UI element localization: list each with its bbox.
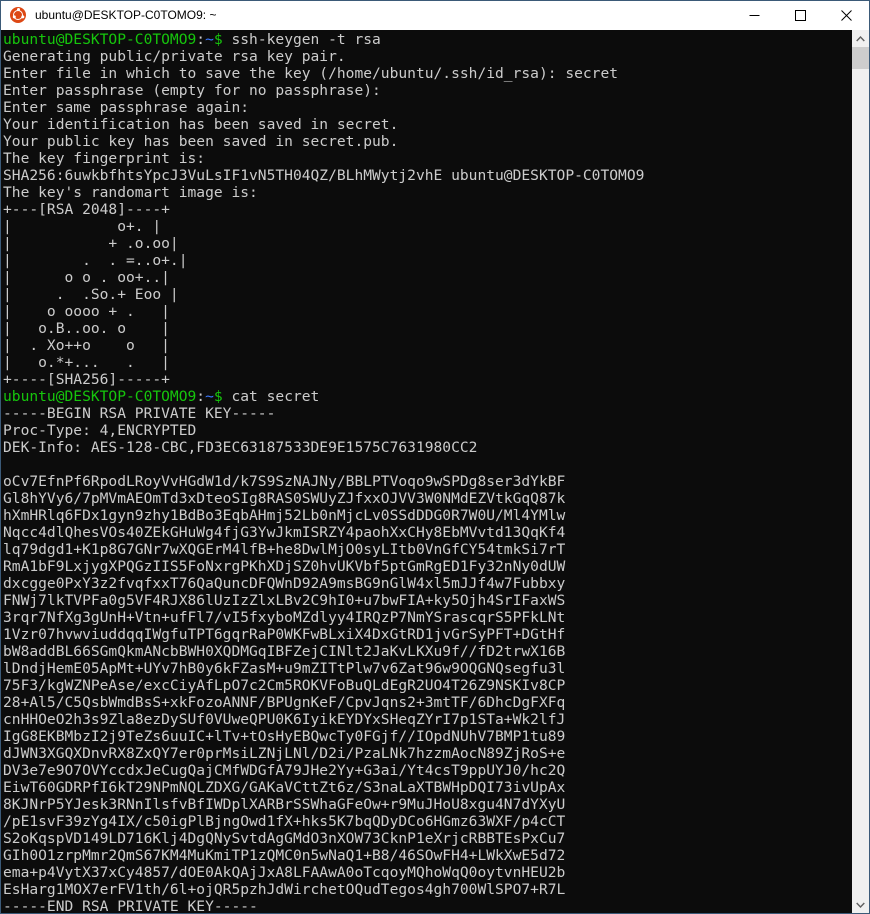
terminal-output-line: The key fingerprint is:	[3, 150, 206, 167]
scrollbar-track[interactable]	[852, 47, 869, 896]
terminal-prompt-line: ubuntu@DESKTOP-C0TOMO9:~$ cat secret	[3, 388, 851, 405]
terminal-output-line: Enter same passphrase again:	[3, 99, 250, 116]
terminal-output-line: +---[RSA 2048]----+	[3, 201, 170, 218]
terminal-output-line: | . Xo++o o |	[3, 337, 170, 354]
up-caret-icon	[856, 35, 865, 41]
minimize-button[interactable]	[731, 1, 777, 29]
terminal-output-line: Enter passphrase (empty for no passphras…	[3, 82, 381, 99]
terminal-command: ssh-keygen -t rsa	[222, 31, 381, 48]
prompt-path: ~	[205, 31, 214, 48]
prompt-user-host: ubuntu@DESKTOP-C0TOMO9	[3, 388, 197, 405]
scrollbar-thumb[interactable]	[852, 47, 869, 69]
title-bar[interactable]: ubuntu@DESKTOP-C0TOMO9: ~	[1, 1, 869, 30]
window-controls	[731, 1, 869, 29]
terminal-output-line: GIh0O1zrpMmr2QmS67KM4MuKmiTP1zQMC0n5wNaQ…	[3, 847, 566, 864]
terminal-output-line: -----BEGIN RSA PRIVATE KEY-----	[3, 405, 276, 422]
ubuntu-icon	[10, 7, 26, 23]
terminal-output-line: | . . =..o+.|	[3, 252, 188, 269]
down-caret-icon	[856, 902, 865, 908]
terminal-output-line: +----[SHA256]-----+	[3, 371, 170, 388]
prompt-sigil: $	[213, 31, 223, 48]
terminal-output-line: DEK-Info: AES-128-CBC,FD3EC63187533DE9E1…	[3, 439, 478, 456]
terminal-output-line: 28+Al5/C5QsbWmdBsS+xkFozoANNF/BPUgnKeF/C…	[3, 694, 566, 711]
terminal-body: ubuntu@DESKTOP-C0TOMO9:~$ ssh-keygen -t …	[1, 30, 869, 913]
terminal-output-line: ema+p4VytX37xCy4857/dOE0AkQAjJxA8LFAAwA0…	[3, 864, 566, 881]
scrollbar[interactable]	[851, 30, 869, 913]
window-title: ubuntu@DESKTOP-C0TOMO9: ~	[35, 8, 217, 22]
terminal-output-line: Gl8hYVy6/7pMVmAEOmTd3xDteoSIg8RAS0SWUyZJ…	[3, 490, 566, 507]
terminal-output-line: | . .So.+ Eoo |	[3, 286, 179, 303]
terminal-output-line: DV3e7e9O7OVYccdxJeCugQajCMfWDGfA79JHe2Yy…	[3, 762, 566, 779]
terminal-output-line: 1Vzr07hvwviuddqqIWgfuTPT6gqrRaP0WKFwBLxi…	[3, 626, 566, 643]
terminal-output-line: Enter file in which to save the key (/ho…	[3, 65, 619, 82]
terminal-output-line: dJWN3XGQXDnvRX8ZxQY7er0prMsiLZNjLNl/D2i/…	[3, 745, 566, 762]
terminal-output-line: 75F3/kgWZNPeAse/excCiyAfLpO7c2Cm5ROKVFoB…	[3, 677, 566, 694]
terminal-output-line: Your public key has been saved in secret…	[3, 133, 399, 150]
title-bar-left: ubuntu@DESKTOP-C0TOMO9: ~	[1, 7, 731, 23]
close-button[interactable]	[823, 1, 869, 29]
terminal-output-line: EiwT60GDRPfI6kT29NPmNQLZDXG/GAKaVCttZt6z…	[3, 779, 566, 796]
terminal-output-line: Generating public/private rsa key pair.	[3, 48, 346, 65]
prompt-user-host: ubuntu@DESKTOP-C0TOMO9	[3, 31, 197, 48]
terminal-prompt-line: ubuntu@DESKTOP-C0TOMO9:~$ ssh-keygen -t …	[3, 31, 851, 48]
terminal-output-line: The key's randomart image is:	[3, 184, 258, 201]
maximize-button[interactable]	[777, 1, 823, 29]
scrollbar-down-button[interactable]	[852, 896, 869, 913]
terminal-window: ubuntu@DESKTOP-C0TOMO9: ~ ubuntu@DESKTOP…	[0, 0, 870, 914]
terminal-output-line: | o.*+... . |	[3, 354, 170, 371]
terminal-output-line: hXmHRlq6FDx1gyn9zhy1BdBo3EqbAHmj52Lb0nMj…	[3, 507, 566, 524]
terminal-output-line: Nqcc4dlQhesVOs40ZEkGHuWg4fjG3YwJkmISRZY4…	[3, 524, 566, 541]
terminal-output-line: RmA1bF9LxjygXPQGzIIS5FoNxrgPKhXDjSZ0hvUK…	[3, 558, 566, 575]
terminal-output-line: | + .o.oo|	[3, 235, 179, 252]
close-icon	[840, 9, 852, 21]
terminal-output-line: EsHarg1MOX7erFV1th/6l+ojQR5pzhJdWirchetO…	[3, 881, 566, 898]
scrollbar-up-button[interactable]	[852, 30, 869, 47]
prompt-separator: :	[196, 31, 206, 48]
terminal-output-line: -----END RSA PRIVATE KEY-----	[3, 898, 258, 913]
terminal-output-line: | o+. |	[3, 218, 162, 235]
prompt-sigil: $	[213, 388, 223, 405]
terminal-output-line: FNWj7lkTVPFa0g5VF4RJX86lUzIzZlxLBv2C9hI0…	[3, 592, 566, 609]
terminal-output-line: lDndjHemE05ApMt+UYv7hB0y6kFZasM+u9mZITtP…	[3, 660, 566, 677]
terminal-output-line: IgG8EKBMbzI2j9TeZs6uuIC+lTv+tOsHyEBQwcTy…	[3, 728, 566, 745]
minimize-icon	[749, 14, 759, 16]
terminal-output-line: Proc-Type: 4,ENCRYPTED	[3, 422, 197, 439]
prompt-path: ~	[205, 388, 214, 405]
terminal-output-line: bW8addBL66SGmQkmANcbBWH0XQDMGqIBFZejCINl…	[3, 643, 566, 660]
terminal-output-line: | o.B..oo. o |	[3, 320, 170, 337]
terminal-output-line: SHA256:6uwkbfhtsYpcJ3VuLsIF1vN5TH04QZ/BL…	[3, 167, 645, 184]
maximize-icon	[794, 9, 806, 21]
terminal-output-line: cnHHOeO2h3s9Zla8ezDySUf0VUweQPU0K6IyikEY…	[3, 711, 566, 728]
prompt-separator: :	[196, 388, 206, 405]
terminal-output-line: dxcgge0PxY3z2fvqfxxT76QaQuncDFQWnD92A9ms…	[3, 575, 566, 592]
terminal-output-line: lq79dgd1+K1p8G7GNr7wXQGErM4lfB+he8DwlMjO…	[3, 541, 566, 558]
terminal-output[interactable]: ubuntu@DESKTOP-C0TOMO9:~$ ssh-keygen -t …	[1, 30, 851, 913]
terminal-output-line: | o oooo + . |	[3, 303, 170, 320]
terminal-command: cat secret	[222, 388, 320, 405]
terminal-output-line: | o o . oo+..|	[3, 269, 170, 286]
terminal-output-line: S2oKqspVD149LD716Klj4DgQNySvtdAgGMdO3nXO…	[3, 830, 566, 847]
terminal-output-line: oCv7EfnPf6RpodLRoyVvHGdW1d/k7S9SzNAJNy/B…	[3, 473, 566, 490]
terminal-output-line: /pE1svF39zYg4IX/c50igPlBjngOwd1fX+hks5K7…	[3, 813, 566, 830]
terminal-output-line: Your identification has been saved in se…	[3, 116, 399, 133]
terminal-output-line: 3rqr7NfXg3gUnH+Vtn+ufFl7/vI5fxyboMZdlyy4…	[3, 609, 566, 626]
terminal-output-line: 8KJNrP5YJesk3RNnIlsfvBfIWDplXARBrSSWhaGF…	[3, 796, 566, 813]
